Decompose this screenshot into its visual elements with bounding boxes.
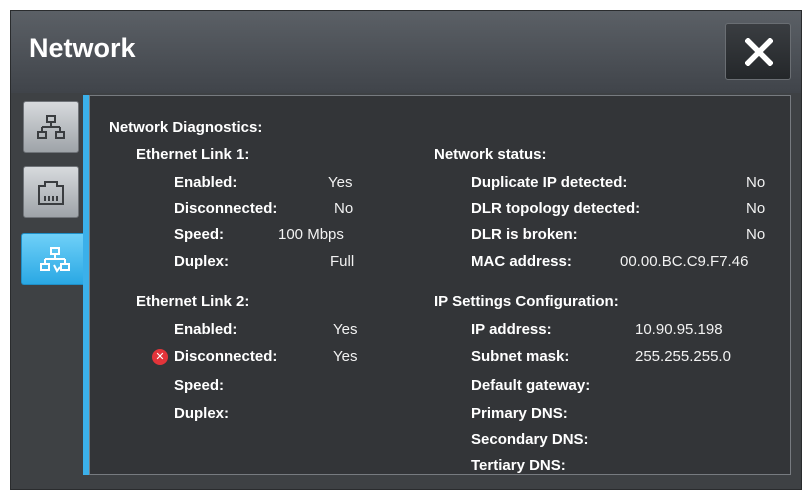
dlr-topology-label: DLR topology detected: bbox=[471, 200, 641, 217]
dlr-broken-label: DLR is broken: bbox=[471, 226, 578, 243]
secondary-dns-label: Secondary DNS: bbox=[471, 431, 589, 448]
network-diagnostics-icon bbox=[40, 247, 70, 273]
close-button[interactable] bbox=[725, 23, 791, 80]
link2-enabled-value: Yes bbox=[333, 321, 358, 338]
duplicate-ip-value: No bbox=[746, 174, 766, 191]
link1-duplex-value: Full bbox=[330, 253, 355, 270]
default-gateway-label: Default gateway: bbox=[471, 377, 591, 394]
ip-settings-title: IP Settings Configuration: bbox=[434, 293, 619, 310]
error-icon: ✕ bbox=[152, 349, 168, 365]
title-bar: Network bbox=[11, 11, 801, 93]
primary-dns-label: Primary DNS: bbox=[471, 405, 568, 422]
dlr-broken-value: No bbox=[746, 226, 766, 243]
tertiary-dns-label: Tertiary DNS: bbox=[471, 457, 566, 474]
link1-speed-label: Speed: bbox=[174, 226, 225, 243]
link1-disconnected-value: No bbox=[334, 200, 354, 217]
link1-disconnected-label: Disconnected: bbox=[174, 200, 278, 217]
network-topology-icon bbox=[37, 115, 65, 139]
network-dialog: Network Network Diagnostics: Ethernet Li… bbox=[10, 10, 802, 490]
link1-speed-value: 100 Mbps bbox=[278, 226, 344, 243]
close-x-icon bbox=[745, 38, 773, 66]
link1-enabled-value: Yes bbox=[328, 174, 353, 191]
link2-speed-label: Speed: bbox=[174, 377, 225, 394]
tab-network-topology[interactable] bbox=[23, 101, 79, 153]
link2-disconnected-label: Disconnected: bbox=[174, 348, 278, 365]
mac-address-label: MAC address: bbox=[471, 253, 572, 270]
network-status-title: Network status: bbox=[434, 146, 547, 163]
ip-address-label: IP address: bbox=[471, 321, 552, 338]
link2-title: Ethernet Link 2: bbox=[136, 293, 250, 310]
link2-duplex-label: Duplex: bbox=[174, 405, 230, 422]
link2-disconnected-value: Yes bbox=[333, 348, 358, 365]
subnet-mask-label: Subnet mask: bbox=[471, 348, 570, 365]
diagnostics-panel: Network Diagnostics: Ethernet Link 1: En… bbox=[89, 95, 791, 475]
tab-ethernet-port[interactable] bbox=[23, 166, 79, 218]
link1-enabled-label: Enabled: bbox=[174, 174, 238, 191]
window-title: Network bbox=[29, 33, 136, 63]
section-title: Network Diagnostics: bbox=[109, 119, 263, 136]
link2-enabled-label: Enabled: bbox=[174, 321, 238, 338]
subnet-mask-value: 255.255.255.0 bbox=[635, 348, 731, 365]
mac-address-value: 00.00.BC.C9.F7.46 bbox=[620, 253, 749, 270]
ip-address-value: 10.90.95.198 bbox=[635, 321, 723, 338]
duplicate-ip-label: Duplicate IP detected: bbox=[471, 174, 628, 191]
link1-title: Ethernet Link 1: bbox=[136, 146, 250, 163]
ethernet-port-icon bbox=[38, 181, 64, 205]
dlr-topology-value: No bbox=[746, 200, 766, 217]
link1-duplex-label: Duplex: bbox=[174, 253, 230, 270]
